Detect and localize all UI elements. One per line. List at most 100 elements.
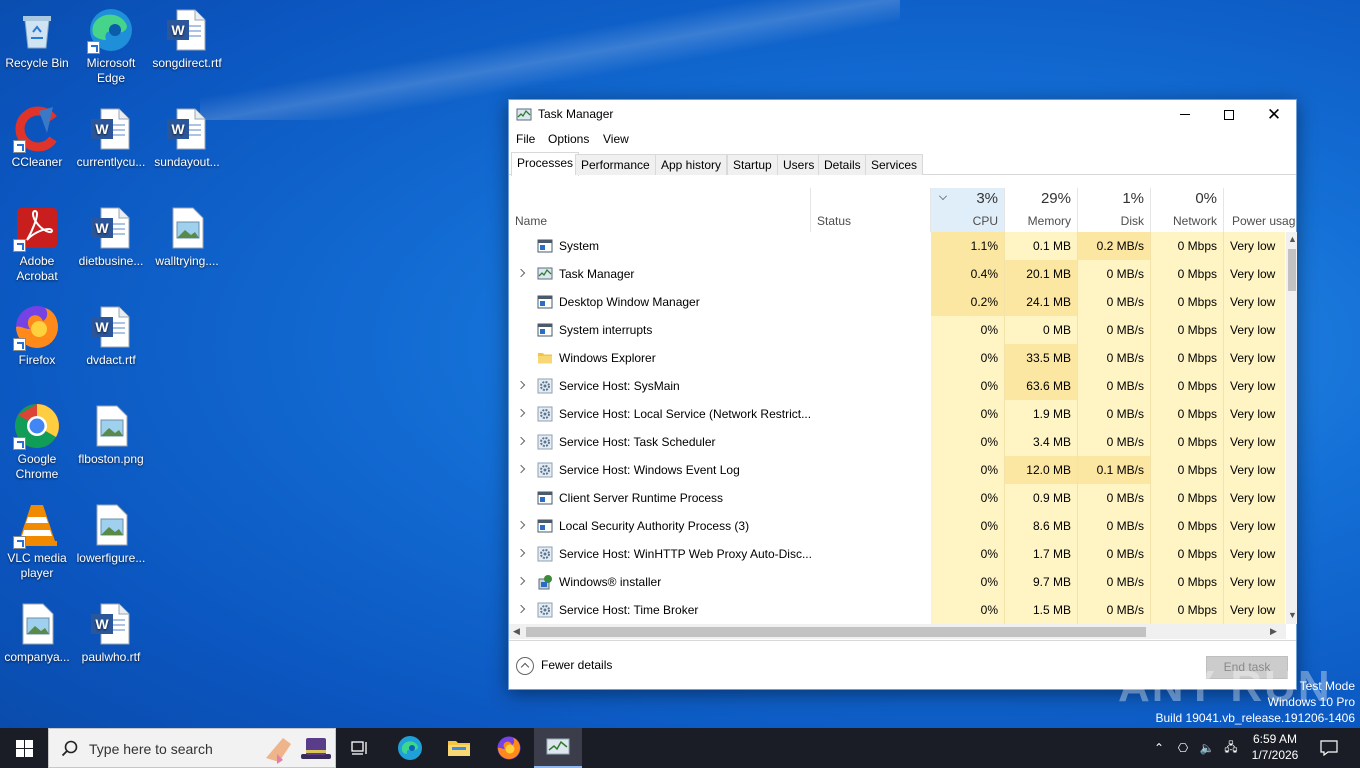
tray-volume[interactable]: 🔈: [1196, 728, 1218, 768]
start-button[interactable]: [0, 728, 48, 768]
tray-network[interactable]: 🖧: [1220, 728, 1242, 768]
tab-startup[interactable]: Startup: [727, 154, 778, 175]
tab-processes[interactable]: Processes: [511, 152, 580, 176]
memory-cell: 24.1 MB: [1005, 288, 1078, 316]
process-name: Service Host: Local Service (Network Res…: [559, 407, 812, 421]
taskbar-task-manager[interactable]: [534, 728, 582, 768]
desktop-icon-firefox[interactable]: Firefox: [0, 303, 74, 368]
chevron-right-icon[interactable]: [516, 464, 526, 474]
network-cell: 0 Mbps: [1151, 344, 1224, 372]
disk-cell: 0 MB/s: [1078, 484, 1151, 512]
tab-performance[interactable]: Performance: [575, 154, 656, 175]
table-row[interactable]: System 1.1% 0.1 MB 0.2 MB/s 0 Mbps Very low: [509, 232, 1285, 260]
desktop-icon-sundayout[interactable]: Wsundayout...: [150, 105, 224, 170]
maximize-button[interactable]: [1206, 100, 1252, 129]
chevron-right-icon[interactable]: [516, 604, 526, 614]
tab-users[interactable]: Users: [777, 154, 821, 175]
table-row[interactable]: Service Host: Task Scheduler 0% 3.4 MB 0 MB…: [509, 428, 1285, 456]
desktop-icon-vlc-media-player[interactable]: VLC media player: [0, 501, 74, 581]
table-row[interactable]: System interrupts 0% 0 MB 0 MB/s 0 Mbps Very …: [509, 316, 1285, 344]
chevron-right-icon[interactable]: [516, 408, 526, 418]
column-cpu[interactable]: 3% CPU: [931, 188, 1005, 232]
cpu-cell: 1.1%: [931, 232, 1005, 260]
desktop-icon-dvdact-rtf[interactable]: Wdvdact.rtf: [74, 303, 148, 368]
table-row[interactable]: Service Host: Windows Event Log 0% 12.0 MB…: [509, 456, 1285, 484]
column-memory[interactable]: 29% Memory: [1005, 188, 1078, 232]
desktop-icon-paulwho-rtf[interactable]: Wpaulwho.rtf: [74, 600, 148, 665]
chevron-right-icon[interactable]: [516, 268, 526, 278]
desktop-icon-recycle-bin[interactable]: Recycle Bin: [0, 6, 74, 71]
tab-app-history[interactable]: App history: [655, 154, 728, 175]
close-icon: ✕: [1266, 105, 1282, 124]
column-power-usage[interactable]: Power usage: [1224, 188, 1296, 232]
taskbar-file-explorer[interactable]: [435, 728, 483, 768]
desktop-icon-ccleaner[interactable]: CCleaner: [0, 105, 74, 170]
table-row[interactable]: Windows Explorer 0% 33.5 MB 0 MB/s 0 Mbps Ver…: [509, 344, 1285, 372]
column-status[interactable]: Status: [811, 188, 931, 232]
table-row[interactable]: Desktop Window Manager 0.2% 24.1 MB 0 MB/s 0…: [509, 288, 1285, 316]
horizontal-scrollbar[interactable]: ◀ ▶: [509, 624, 1286, 639]
chevron-right-icon[interactable]: [516, 548, 526, 558]
table-row[interactable]: Windows® installer 0% 9.7 MB 0 MB/s 0 Mbps Ve…: [509, 568, 1285, 596]
desktop-icon-flboston-png[interactable]: flboston.png: [74, 402, 148, 467]
shortcut-arrow-icon: [13, 140, 26, 153]
table-row[interactable]: Service Host: WinHTTP Web Proxy Auto-Dis…: [509, 540, 1285, 568]
scroll-down-icon[interactable]: ▼: [1288, 610, 1297, 620]
title-bar[interactable]: Task Manager ✕: [509, 100, 1296, 129]
column-name[interactable]: Name: [509, 188, 811, 232]
desktop-icon-companya[interactable]: companya...: [0, 600, 74, 665]
scroll-left-icon[interactable]: ◀: [513, 626, 520, 637]
table-row[interactable]: Service Host: Time Broker 0% 1.5 MB 0 MB/s 0…: [509, 596, 1285, 624]
desktop-icon-walltrying[interactable]: walltrying....: [150, 204, 224, 269]
table-row[interactable]: Service Host: SysMain 0% 63.6 MB 0 MB/s 0 Mb…: [509, 372, 1285, 400]
network-icon: 🖧: [1224, 739, 1238, 754]
table-row[interactable]: Service Host: Local Service (Network Res…: [509, 400, 1285, 428]
process-name: Task Manager: [559, 267, 635, 281]
column-network[interactable]: 0% Network: [1151, 188, 1224, 232]
desktop-icon-adobe-acrobat[interactable]: Adobe Acrobat: [0, 204, 74, 284]
fewer-details-button[interactable]: Fewer details: [516, 657, 612, 675]
tray-meet-now[interactable]: ⎔: [1172, 728, 1194, 768]
chevron-right-icon[interactable]: [516, 436, 526, 446]
desktop-icon-microsoft-edge[interactable]: Microsoft Edge: [74, 6, 148, 86]
scroll-up-icon[interactable]: ▲: [1288, 234, 1297, 244]
chevron-right-icon[interactable]: [516, 576, 526, 586]
search-placeholder: Type here to search: [89, 741, 213, 757]
close-button[interactable]: ✕: [1251, 100, 1297, 129]
vertical-scroll-thumb[interactable]: [1288, 249, 1296, 291]
menu-options[interactable]: Options: [548, 132, 589, 146]
column-disk[interactable]: 1% Disk: [1078, 188, 1151, 232]
horizontal-scroll-thumb[interactable]: [526, 627, 1146, 637]
camera-icon: ⎔: [1177, 741, 1189, 755]
task-view-button[interactable]: [336, 728, 384, 768]
scroll-right-icon[interactable]: ▶: [1270, 626, 1277, 637]
cpu-cell: 0%: [931, 400, 1005, 428]
vertical-scrollbar[interactable]: ▲ ▼: [1286, 232, 1297, 624]
taskbar-edge[interactable]: [386, 728, 434, 768]
disk-cell: 0 MB/s: [1078, 344, 1151, 372]
table-row[interactable]: Client Server Runtime Process 0% 0.9 MB 0 M…: [509, 484, 1285, 512]
show-hidden-icons-button[interactable]: ⌃: [1150, 728, 1168, 768]
menu-file[interactable]: File: [516, 132, 535, 146]
chevron-right-icon[interactable]: [516, 520, 526, 530]
tab-details[interactable]: Details: [818, 154, 867, 175]
taskbar-firefox[interactable]: [485, 728, 533, 768]
chevron-right-icon[interactable]: [516, 380, 526, 390]
tab-services[interactable]: Services: [865, 154, 924, 175]
action-center-button[interactable]: [1314, 728, 1344, 768]
power-usage-cell: Very low: [1224, 232, 1285, 260]
desktop-icon-google-chrome[interactable]: Google Chrome: [0, 402, 74, 482]
chevron-up-icon: ⌃: [1153, 741, 1165, 755]
desktop-icon-lowerfigure[interactable]: lowerfigure...: [74, 501, 148, 566]
desktop-icon-currentlycu[interactable]: Wcurrentlycu...: [74, 105, 148, 170]
desktop-icon-songdirect-rtf[interactable]: Wsongdirect.rtf: [150, 6, 224, 71]
desktop-icon-dietbusine[interactable]: Wdietbusine...: [74, 204, 148, 269]
desktop-icon-label: dietbusine...: [78, 254, 144, 268]
table-row[interactable]: Local Security Authority Process (3) 0% 8.…: [509, 512, 1285, 540]
menu-view[interactable]: View: [603, 132, 629, 146]
table-row[interactable]: Task Manager 0.4% 20.1 MB 0 MB/s 0 Mbps Very …: [509, 260, 1285, 288]
process-name: Service Host: SysMain: [559, 379, 680, 393]
minimize-button[interactable]: [1162, 100, 1208, 129]
taskbar-clock[interactable]: 6:59 AM 1/7/2026: [1240, 731, 1310, 763]
taskbar-search-box[interactable]: Type here to search: [48, 728, 336, 768]
